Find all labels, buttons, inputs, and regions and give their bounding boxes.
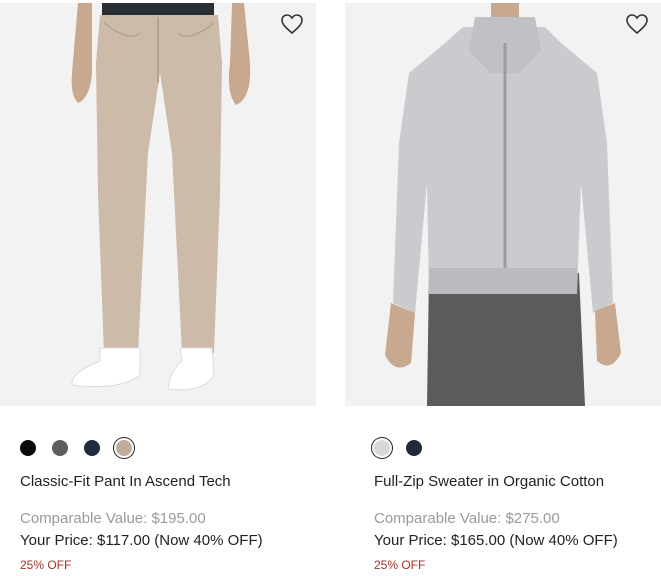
your-price: Your Price: $117.00 (Now 40% OFF) (20, 532, 263, 549)
heart-icon[interactable] (280, 13, 304, 35)
product-name[interactable]: Classic-Fit Pant In Ascend Tech (20, 473, 231, 490)
swatch-light-grey[interactable] (374, 440, 390, 456)
swatch-black[interactable] (20, 440, 36, 456)
khaki-pants-photo-icon (71, 3, 251, 391)
discount-badge: 25% OFF (374, 558, 426, 572)
comparable-value: Comparable Value: $275.00 (374, 510, 560, 527)
discount-badge: 25% OFF (20, 558, 72, 572)
your-price: Your Price: $165.00 (Now 40% OFF) (374, 532, 618, 549)
product-card[interactable]: Classic-Fit Pant In Ascend Tech Comparab… (0, 0, 316, 576)
product-image[interactable] (0, 3, 316, 406)
product-image[interactable] (345, 3, 661, 406)
swatch-navy[interactable] (84, 440, 100, 456)
swatch-khaki[interactable] (116, 440, 132, 456)
color-swatches (20, 440, 132, 456)
product-name[interactable]: Full-Zip Sweater in Organic Cotton (374, 473, 604, 490)
grey-zip-sweater-photo-icon (385, 3, 621, 406)
product-card[interactable]: Full-Zip Sweater in Organic Cotton Compa… (345, 0, 661, 576)
heart-icon[interactable] (625, 13, 649, 35)
comparable-value: Comparable Value: $195.00 (20, 510, 206, 527)
color-swatches (374, 440, 422, 456)
swatch-charcoal[interactable] (52, 440, 68, 456)
swatch-navy[interactable] (406, 440, 422, 456)
